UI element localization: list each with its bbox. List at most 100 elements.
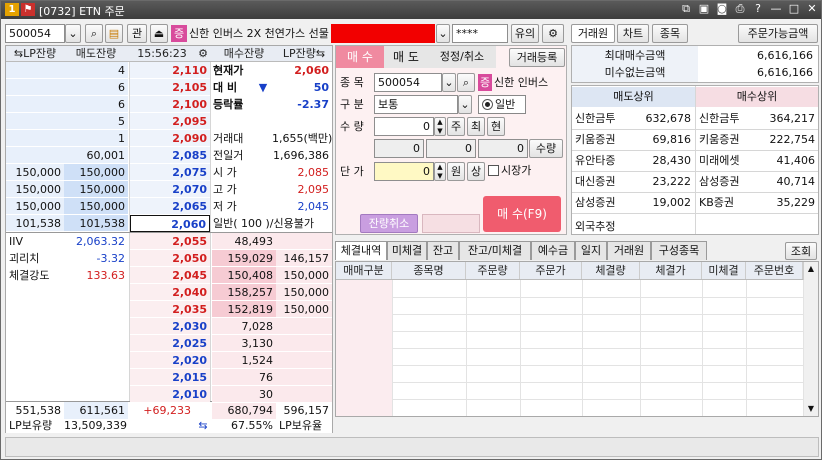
scroll-down-icon[interactable]: ▼ <box>804 402 818 416</box>
ask-price[interactable]: 2,065 <box>130 198 210 215</box>
order-type-dropdown[interactable]: ⌄ <box>458 95 472 114</box>
account-dropdown-button[interactable]: ⌄ <box>436 24 450 43</box>
table-row-line <box>336 348 803 349</box>
ask-price[interactable]: 2,105 <box>130 79 210 96</box>
no-margin-value: 6,616,166 <box>757 66 813 79</box>
cancel-remaining-button[interactable]: 잔량취소 <box>360 214 418 233</box>
buy-broker-name[interactable]: KB증권 <box>696 194 754 211</box>
buy-broker-name[interactable]: 키움증권 <box>696 131 754 148</box>
tab-7[interactable]: 구성종목 <box>651 241 707 260</box>
bid-price[interactable]: 2,040 <box>130 284 210 301</box>
maximize-icon[interactable]: □ <box>787 2 801 16</box>
ask-price[interactable]: 2,075 <box>130 164 210 181</box>
eject-button[interactable]: ⏏ <box>150 24 168 43</box>
ask-price[interactable]: 2,095 <box>130 113 210 130</box>
tab-4[interactable]: 예수금 <box>531 241 575 260</box>
column-header: 체결가 <box>640 262 702 279</box>
column-line <box>466 280 467 416</box>
settings-button[interactable]: ⚙ <box>542 24 564 43</box>
sell-broker-name[interactable]: 삼성증권 <box>572 194 630 211</box>
camera-icon[interactable]: ◙ <box>715 2 729 16</box>
sell-broker-name[interactable]: 키움증권 <box>572 131 630 148</box>
sell-broker-name[interactable]: 유안타증 <box>572 152 630 169</box>
tab-3[interactable]: 잔고/미체결 <box>459 241 531 260</box>
won-button[interactable]: 원 <box>447 162 465 181</box>
bid-qty: 159,029 <box>212 250 276 267</box>
tab-modify-cancel[interactable]: 정정/취소 <box>428 46 496 68</box>
bid-price[interactable]: 2,035 <box>130 301 210 318</box>
code-input[interactable]: 500054 <box>5 24 65 43</box>
vertical-scrollbar[interactable]: ▲ ▼ <box>803 262 818 416</box>
tab-2[interactable]: 잔고 <box>427 241 459 260</box>
order-code-input[interactable]: 500054 <box>374 73 442 92</box>
order-search-button[interactable]: ⌕ <box>457 73 475 92</box>
qty-max-button[interactable]: 최 <box>467 117 485 136</box>
minimize-icon[interactable]: — <box>769 2 783 16</box>
broker-button[interactable]: 거래원 <box>571 24 615 43</box>
summary-panel: 최대매수금액 6,616,166 미수없는금액 6,616,166 <box>571 45 819 83</box>
sell-broker-name[interactable]: 신한금투 <box>572 110 630 127</box>
market-price-checkbox[interactable] <box>488 165 499 176</box>
close-icon[interactable]: ✕ <box>805 2 819 16</box>
gwan-button[interactable]: 관 <box>127 24 147 43</box>
chart-button[interactable]: 차트 <box>617 24 649 43</box>
bid-price[interactable]: 2,010 <box>130 386 210 403</box>
qty-ju-button[interactable]: 주 <box>447 117 465 136</box>
bid-price[interactable]: 2,030 <box>130 318 210 335</box>
table-row-line <box>336 331 803 332</box>
max-order-button[interactable]: 주문가능금액 <box>738 24 818 43</box>
ask-price[interactable]: 2,060 <box>130 215 210 232</box>
order-code-dropdown[interactable]: ⌄ <box>442 73 456 92</box>
arrow-icon: ⇆ <box>13 47 24 60</box>
bid-price[interactable]: 2,055 <box>130 233 210 250</box>
bid-price[interactable]: 2,050 <box>130 250 210 267</box>
scroll-up-icon[interactable]: ▲ <box>804 262 818 276</box>
ask-price[interactable]: 2,110 <box>130 62 210 79</box>
ask-price[interactable]: 2,100 <box>130 96 210 113</box>
inquiry-button[interactable]: 조회 <box>785 242 817 260</box>
register-button[interactable]: 거래등록 <box>509 48 565 67</box>
table-row-line <box>336 365 803 366</box>
caution-button[interactable]: 유의 <box>511 24 539 43</box>
tab-0[interactable]: 체결내역 <box>335 241 387 260</box>
window-title: [0732] ETN 주문 <box>39 5 125 18</box>
general-radio[interactable]: 일반 <box>478 95 526 114</box>
help-icon[interactable]: ? <box>751 2 765 16</box>
tab-1[interactable]: 미체결 <box>387 241 427 260</box>
order-type-select[interactable]: 보통 <box>374 95 458 114</box>
upper-limit-button[interactable]: 상 <box>467 162 485 181</box>
pin-icon[interactable]: ▣ <box>697 2 711 16</box>
gear-icon[interactable]: ⚙ <box>196 45 210 62</box>
buy-broker-name[interactable]: 삼성증권 <box>696 173 754 190</box>
tab-6[interactable]: 거래원 <box>607 241 651 260</box>
link-icon[interactable]: ⧉ <box>679 2 693 16</box>
stock-button[interactable]: 종목 <box>652 24 688 43</box>
print-icon[interactable]: ⎙ <box>733 2 747 16</box>
price-input[interactable]: 0 <box>374 162 434 181</box>
qty-current-button[interactable]: 현 <box>487 117 505 136</box>
tab-sell[interactable]: 매 도 <box>384 46 428 68</box>
refresh-icon[interactable]: ⇆ <box>196 417 210 434</box>
sell-broker-name[interactable]: 대신증권 <box>572 173 630 190</box>
tab-5[interactable]: 일지 <box>575 241 607 260</box>
qty-input[interactable]: 0 <box>374 117 434 136</box>
price-spinner[interactable]: ▲ ▼ <box>434 162 446 181</box>
ask-price[interactable]: 2,090 <box>130 130 210 147</box>
tab-buy[interactable]: 매 수 <box>336 46 384 68</box>
qty-spinner[interactable]: ▲ ▼ <box>434 117 446 136</box>
qty-calc-button[interactable]: 수량 <box>529 139 563 158</box>
ask-price[interactable]: 2,085 <box>130 147 210 164</box>
bid-price[interactable]: 2,015 <box>130 369 210 386</box>
folder-button[interactable]: ▤ <box>105 24 123 43</box>
bid-price[interactable]: 2,045 <box>130 267 210 284</box>
search-button[interactable]: ⌕ <box>85 24 103 43</box>
code-dropdown-button[interactable]: ⌄ <box>65 24 81 43</box>
buy-broker-name[interactable]: 미래에셋 <box>696 152 754 169</box>
buy-submit-button[interactable]: 매 수(F9) <box>483 196 561 232</box>
ask-price[interactable]: 2,070 <box>130 181 210 198</box>
buy-broker-name[interactable]: 신한금투 <box>696 110 754 127</box>
bid-price[interactable]: 2,025 <box>130 335 210 352</box>
bid-price[interactable]: 2,020 <box>130 352 210 369</box>
ask-lp-qty <box>6 62 64 79</box>
password-input[interactable]: **** <box>452 24 508 43</box>
